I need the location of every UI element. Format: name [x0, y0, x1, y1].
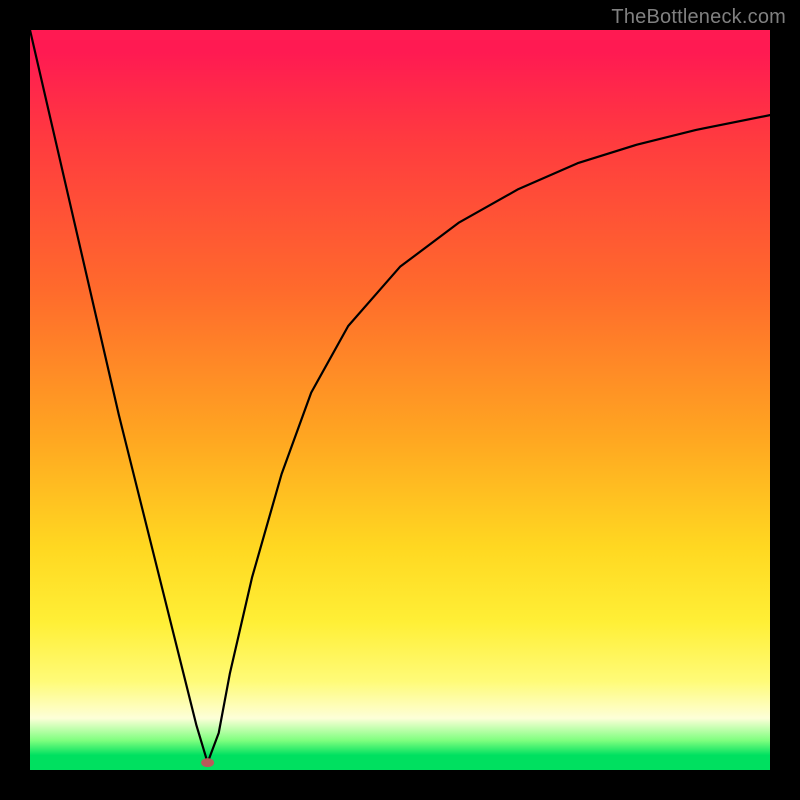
curve-layer [30, 30, 770, 770]
minimum-marker [202, 759, 214, 767]
plot-area [30, 30, 770, 770]
chart-frame: TheBottleneck.com [0, 0, 800, 800]
watermark-text: TheBottleneck.com [611, 6, 786, 29]
bottleneck-curve [30, 30, 770, 763]
